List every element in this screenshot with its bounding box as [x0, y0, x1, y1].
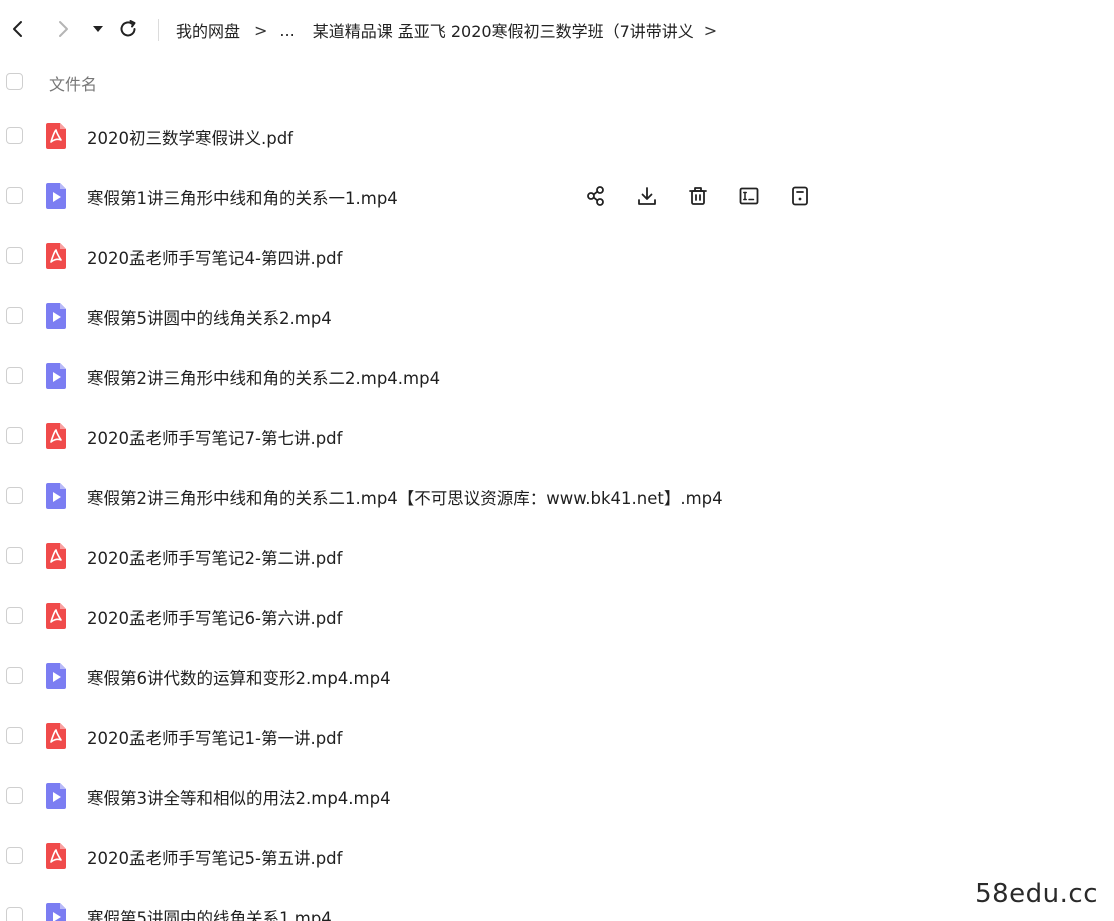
row-checkbox[interactable]: [6, 547, 23, 564]
file-row[interactable]: 寒假第5讲圆中的线角关系2.mp4: [0, 286, 1114, 346]
pdf-file-icon: [44, 242, 68, 270]
file-name[interactable]: 寒假第3讲全等和相似的用法2.mp4.mp4: [87, 785, 391, 809]
pdf-file-icon: [44, 842, 68, 870]
file-name[interactable]: 寒假第2讲三角形中线和角的关系二1.mp4【不可思议资源库：www.bk41.n…: [87, 485, 723, 509]
watermark-text: 58edu.cc: [975, 879, 1098, 909]
download-icon: [638, 187, 656, 205]
file-row[interactable]: 寒假第2讲三角形中线和角的关系二1.mp4【不可思议资源库：www.bk41.n…: [0, 466, 1114, 526]
share-button[interactable]: [582, 182, 610, 210]
delete-icon: [689, 187, 707, 205]
file-name[interactable]: 寒假第5讲圆中的线角关系1.mp4: [87, 905, 332, 921]
video-file-icon: [44, 482, 68, 510]
share-icon: [587, 186, 604, 206]
file-row[interactable]: 2020孟老师手写笔记1-第一讲.pdf: [0, 706, 1114, 766]
row-checkbox[interactable]: [6, 487, 23, 504]
breadcrumb-trailing-separator: >: [703, 20, 718, 40]
row-checkbox[interactable]: [6, 247, 23, 264]
file-name[interactable]: 2020孟老师手写笔记7-第七讲.pdf: [87, 425, 342, 449]
pdf-file-icon: [44, 422, 68, 450]
file-row[interactable]: 2020孟老师手写笔记4-第四讲.pdf: [0, 226, 1114, 286]
refresh-icon: [120, 20, 136, 37]
video-file-icon: [44, 782, 68, 810]
column-header-filename[interactable]: 文件名: [49, 71, 97, 95]
breadcrumb-root[interactable]: 我的网盘: [176, 18, 240, 42]
row-checkbox[interactable]: [6, 907, 23, 921]
file-row-partially-visible[interactable]: 寒假第5讲圆中的线角关系1.mp4: [0, 886, 1114, 921]
file-row[interactable]: 2020初三数学寒假讲义.pdf: [0, 106, 1114, 166]
file-name[interactable]: 2020初三数学寒假讲义.pdf: [87, 125, 293, 149]
more-icon: [792, 186, 808, 206]
file-row[interactable]: 2020孟老师手写笔记7-第七讲.pdf: [0, 406, 1114, 466]
video-file-icon: [44, 662, 68, 690]
pdf-file-icon: [44, 122, 68, 150]
more-actions-button[interactable]: [786, 182, 814, 210]
file-name[interactable]: 2020孟老师手写笔记1-第一讲.pdf: [87, 725, 342, 749]
file-row[interactable]: 寒假第2讲三角形中线和角的关系二2.mp4.mp4: [0, 346, 1114, 406]
file-name[interactable]: 2020孟老师手写笔记4-第四讲.pdf: [87, 245, 342, 269]
refresh-button[interactable]: [114, 15, 142, 43]
row-checkbox[interactable]: [6, 667, 23, 684]
breadcrumb-separator: >: [254, 20, 268, 40]
file-row[interactable]: 2020孟老师手写笔记2-第二讲.pdf: [0, 526, 1114, 586]
breadcrumb-ellipsis[interactable]: ...: [279, 21, 294, 40]
chevron-right-icon: [59, 21, 68, 37]
pdf-file-icon: [44, 722, 68, 750]
file-row[interactable]: 寒假第6讲代数的运算和变形2.mp4.mp4: [0, 646, 1114, 706]
row-checkbox[interactable]: [6, 607, 23, 624]
file-name[interactable]: 2020孟老师手写笔记2-第二讲.pdf: [87, 545, 342, 569]
row-checkbox[interactable]: [6, 727, 23, 744]
file-row[interactable]: 2020孟老师手写笔记6-第六讲.pdf: [0, 586, 1114, 646]
breadcrumb: 我的网盘 > ... 某道精品课 孟亚飞 2020寒假初三数学班（7讲带讲义 >: [176, 17, 729, 43]
back-button[interactable]: [4, 15, 32, 43]
row-checkbox[interactable]: [6, 127, 23, 144]
file-row-hovered[interactable]: 寒假第1讲三角形中线和角的关系一1.mp4: [0, 166, 1114, 226]
file-name[interactable]: 寒假第6讲代数的运算和变形2.mp4.mp4: [87, 665, 391, 689]
rename-icon: [739, 187, 759, 205]
video-file-icon: [44, 902, 68, 921]
file-name[interactable]: 寒假第1讲三角形中线和角的关系一1.mp4: [87, 185, 398, 209]
file-name[interactable]: 2020孟老师手写笔记5-第五讲.pdf: [87, 845, 342, 869]
file-name[interactable]: 2020孟老师手写笔记6-第六讲.pdf: [87, 605, 342, 629]
breadcrumb-current-folder[interactable]: 某道精品课 孟亚飞 2020寒假初三数学班（7讲带讲义: [313, 18, 694, 42]
row-checkbox[interactable]: [6, 367, 23, 384]
row-checkbox[interactable]: [6, 847, 23, 864]
forward-button[interactable]: [49, 15, 77, 43]
select-all-checkbox[interactable]: [6, 73, 23, 90]
top-navigation-bar: 我的网盘 > ... 某道精品课 孟亚飞 2020寒假初三数学班（7讲带讲义 >: [0, 0, 1114, 60]
caret-down-icon: [93, 26, 103, 32]
delete-button[interactable]: [684, 182, 712, 210]
file-name[interactable]: 寒假第2讲三角形中线和角的关系二2.mp4.mp4: [87, 365, 440, 389]
file-name[interactable]: 寒假第5讲圆中的线角关系2.mp4: [87, 305, 332, 329]
pdf-file-icon: [44, 542, 68, 570]
toolbar-divider: [158, 19, 159, 41]
download-button[interactable]: [633, 182, 661, 210]
row-checkbox[interactable]: [6, 787, 23, 804]
video-file-icon: [44, 302, 68, 330]
history-dropdown-button[interactable]: [84, 15, 112, 43]
row-action-toolbar: [582, 182, 837, 210]
file-row[interactable]: 寒假第3讲全等和相似的用法2.mp4.mp4: [0, 766, 1114, 826]
video-file-icon: [44, 182, 68, 210]
video-file-icon: [44, 362, 68, 390]
rename-button[interactable]: [735, 182, 763, 210]
chevron-left-icon: [13, 21, 22, 37]
file-row[interactable]: 2020孟老师手写笔记5-第五讲.pdf: [0, 826, 1114, 886]
row-checkbox[interactable]: [6, 427, 23, 444]
row-checkbox[interactable]: [6, 187, 23, 204]
row-checkbox[interactable]: [6, 307, 23, 324]
pdf-file-icon: [44, 602, 68, 630]
